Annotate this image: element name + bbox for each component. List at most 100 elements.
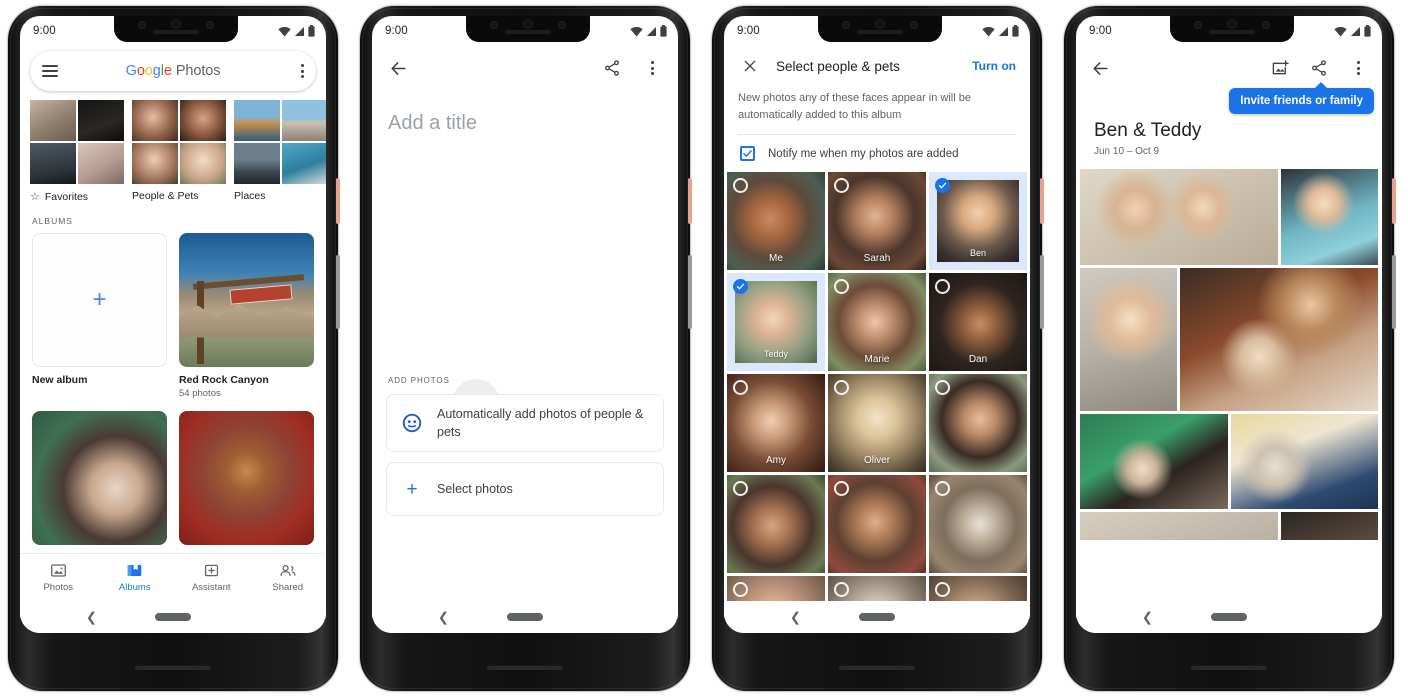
face-cell-dan[interactable]: Dan bbox=[929, 273, 1027, 371]
notify-checkbox-row[interactable]: Notify me when my photos are added bbox=[724, 135, 1030, 172]
status-time: 9:00 bbox=[737, 25, 760, 37]
photo-thumb[interactable] bbox=[1080, 414, 1228, 509]
select-ring-checked-icon[interactable] bbox=[733, 279, 748, 294]
kebab-menu-icon[interactable] bbox=[640, 56, 664, 80]
face-name: Oliver bbox=[863, 455, 891, 466]
face-cell-ben[interactable]: Ben bbox=[929, 172, 1027, 270]
volume-button[interactable] bbox=[1040, 255, 1044, 329]
wifi-icon bbox=[278, 26, 291, 36]
select-ring-checked-icon[interactable] bbox=[935, 178, 950, 193]
face-cell-teddy[interactable]: Teddy bbox=[727, 273, 825, 371]
photos-icon bbox=[50, 564, 66, 577]
album-tile-red-rock-canyon[interactable]: Red Rock Canyon 54 photos bbox=[179, 233, 314, 399]
system-home-pill[interactable] bbox=[1211, 613, 1247, 621]
category-favorites[interactable]: ☆ Favorites bbox=[30, 100, 124, 203]
face-cell-oliver[interactable]: Oliver bbox=[828, 374, 926, 472]
album-thumb[interactable] bbox=[32, 411, 167, 545]
nav-item-photos[interactable]: Photos bbox=[23, 562, 93, 593]
share-icon[interactable] bbox=[600, 56, 624, 80]
face-cell-amy[interactable]: Amy bbox=[727, 374, 825, 472]
add-photo-icon[interactable] bbox=[1268, 56, 1292, 80]
system-back-icon[interactable]: ❮ bbox=[1142, 611, 1153, 624]
album-title-input[interactable]: Add a title bbox=[372, 90, 678, 135]
screen-title: Select people & pets bbox=[776, 58, 900, 74]
face-cell-10[interactable] bbox=[727, 475, 825, 573]
notify-checkbox[interactable] bbox=[740, 146, 755, 161]
volume-button[interactable] bbox=[688, 255, 692, 329]
screen-description: New photos any of these faces appear in … bbox=[738, 92, 971, 121]
invite-tooltip[interactable]: Invite friends or family bbox=[1229, 82, 1374, 114]
camera-icon bbox=[490, 21, 498, 29]
face-cell-9[interactable] bbox=[929, 374, 1027, 472]
system-home-pill[interactable] bbox=[859, 613, 895, 621]
volume-button[interactable] bbox=[336, 255, 340, 329]
hamburger-menu-icon[interactable] bbox=[42, 65, 58, 77]
power-button[interactable] bbox=[688, 178, 692, 224]
select-ring-icon[interactable] bbox=[733, 380, 748, 395]
auto-add-people-pets-card[interactable]: Automatically add photos of people & pet… bbox=[386, 394, 664, 453]
select-ring-icon[interactable] bbox=[935, 279, 950, 294]
close-icon[interactable] bbox=[738, 54, 762, 78]
category-people-and-pets[interactable]: People & Pets bbox=[132, 100, 226, 203]
back-arrow-icon[interactable] bbox=[386, 56, 410, 80]
share-icon[interactable] bbox=[1307, 56, 1331, 80]
select-ring-icon[interactable] bbox=[834, 178, 849, 193]
turn-on-button[interactable]: Turn on bbox=[972, 59, 1016, 73]
photo-thumb[interactable] bbox=[1230, 414, 1378, 509]
category-places[interactable]: Places bbox=[234, 100, 326, 203]
album-thumb[interactable] bbox=[179, 411, 314, 545]
new-album-thumb[interactable]: + bbox=[32, 233, 167, 367]
system-home-pill[interactable] bbox=[155, 613, 191, 621]
earpiece-speaker bbox=[153, 30, 199, 34]
power-button[interactable] bbox=[1040, 178, 1044, 224]
search-bar[interactable]: Google Photos bbox=[30, 51, 316, 91]
system-home-pill[interactable] bbox=[507, 613, 543, 621]
speaker-grille bbox=[839, 664, 915, 670]
face-cell-marie[interactable]: Marie bbox=[828, 273, 926, 371]
nav-item-shared[interactable]: Shared bbox=[253, 562, 323, 593]
signal-icon bbox=[999, 26, 1008, 36]
system-navigation-bar: ❮ bbox=[372, 601, 678, 633]
album-tile-4[interactable] bbox=[179, 411, 314, 545]
photo-thumb[interactable] bbox=[1180, 268, 1378, 411]
select-ring-icon[interactable] bbox=[834, 380, 849, 395]
select-ring-icon[interactable] bbox=[935, 582, 950, 597]
album-thumb[interactable] bbox=[179, 233, 314, 367]
select-ring-icon[interactable] bbox=[935, 481, 950, 496]
select-ring-icon[interactable] bbox=[834, 481, 849, 496]
category-label-row: ☆ Favorites bbox=[30, 190, 124, 204]
system-back-icon[interactable]: ❮ bbox=[86, 611, 97, 624]
face-cell-me[interactable]: Me bbox=[727, 172, 825, 270]
album-tile-3[interactable] bbox=[32, 411, 167, 545]
kebab-menu-icon[interactable] bbox=[301, 64, 304, 78]
face-cell-11[interactable] bbox=[828, 475, 926, 573]
album-tile-new[interactable]: + New album bbox=[32, 233, 167, 399]
photo-thumb[interactable] bbox=[1080, 268, 1178, 411]
photo-thumb[interactable] bbox=[1280, 512, 1378, 540]
photo-thumb[interactable] bbox=[1280, 169, 1378, 265]
select-ring-icon[interactable] bbox=[733, 481, 748, 496]
nav-item-assistant[interactable]: Assistant bbox=[176, 562, 246, 593]
system-navigation-bar: ❮ bbox=[20, 601, 326, 633]
power-button[interactable] bbox=[336, 178, 340, 224]
nav-item-albums[interactable]: Albums bbox=[100, 562, 170, 593]
volume-button[interactable] bbox=[1392, 255, 1396, 329]
select-ring-icon[interactable] bbox=[733, 178, 748, 193]
photo-thumb[interactable] bbox=[1080, 169, 1278, 265]
select-ring-icon[interactable] bbox=[834, 279, 849, 294]
face-cell-sarah[interactable]: Sarah bbox=[828, 172, 926, 270]
power-button[interactable] bbox=[1392, 178, 1396, 224]
select-ring-icon[interactable] bbox=[733, 582, 748, 597]
select-photos-card[interactable]: + Select photos bbox=[386, 462, 664, 517]
select-ring-icon[interactable] bbox=[834, 582, 849, 597]
speaker-grille bbox=[1191, 664, 1267, 670]
face-cell-12[interactable] bbox=[929, 475, 1027, 573]
photo-thumb[interactable] bbox=[1080, 512, 1278, 540]
system-back-icon[interactable]: ❮ bbox=[438, 611, 449, 624]
back-arrow-icon[interactable] bbox=[1088, 56, 1112, 80]
select-ring-icon[interactable] bbox=[935, 380, 950, 395]
category-thumb-grid bbox=[30, 100, 124, 184]
kebab-menu-icon[interactable] bbox=[1346, 56, 1370, 80]
system-back-icon[interactable]: ❮ bbox=[790, 611, 801, 624]
screen-body: Select people & pets Turn on New photos … bbox=[724, 46, 1030, 633]
